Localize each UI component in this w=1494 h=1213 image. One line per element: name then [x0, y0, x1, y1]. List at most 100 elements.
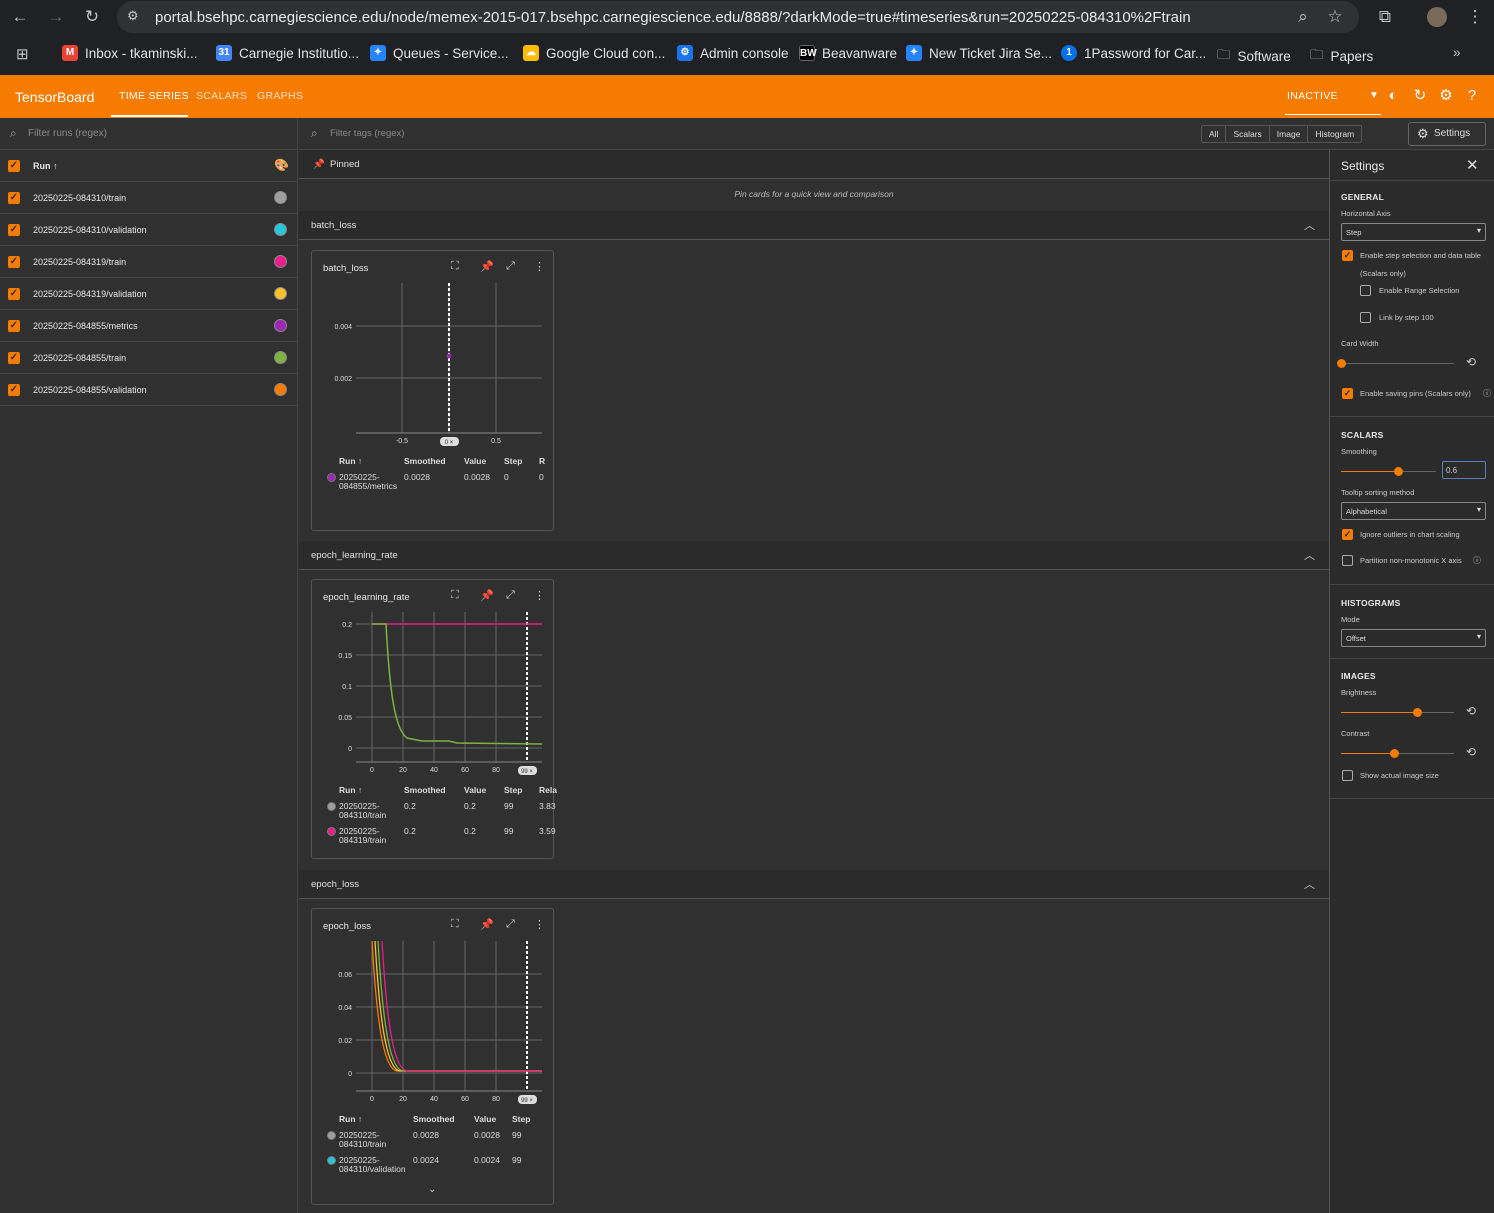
- more-bookmarks-icon[interactable]: »: [1453, 45, 1461, 60]
- bookmark-inbox[interactable]: M Inbox - tkaminski...: [62, 45, 198, 61]
- tab-graphs[interactable]: GRAPHS: [257, 90, 303, 102]
- bookmark-software[interactable]: 🗀 Software: [1217, 45, 1291, 68]
- dropdown-arrow-icon[interactable]: ▼: [1365, 87, 1383, 105]
- run-filter-input[interactable]: ⌕ Filter runs (regex): [0, 118, 297, 150]
- actual-size-checkbox[interactable]: [1342, 770, 1353, 781]
- run-checkbox[interactable]: ✓: [8, 288, 20, 300]
- plugin-dropdown[interactable]: INACTIVE: [1287, 90, 1338, 102]
- run-row[interactable]: ✓ 20250225-084855/train: [0, 342, 297, 374]
- table-header[interactable]: Step: [504, 785, 522, 795]
- filter-scalars-button[interactable]: Scalars: [1226, 126, 1270, 142]
- run-row[interactable]: ✓ 20250225-084310/train: [0, 182, 297, 214]
- table-header[interactable]: Run ↑: [339, 456, 362, 466]
- range-selection-checkbox[interactable]: [1360, 285, 1371, 296]
- help-icon[interactable]: ?: [1463, 87, 1481, 105]
- slider-thumb[interactable]: [1412, 708, 1422, 717]
- bookmark-google-cloud[interactable]: ☁ Google Cloud con...: [523, 45, 665, 61]
- run-checkbox[interactable]: ✓: [8, 256, 20, 268]
- table-header[interactable]: Smoothed: [404, 456, 446, 466]
- run-checkbox[interactable]: ✓: [8, 384, 20, 396]
- zoom-icon[interactable]: ⌕: [1292, 7, 1314, 27]
- run-row[interactable]: ✓ 20250225-084855/metrics: [0, 310, 297, 342]
- table-header[interactable]: Value: [464, 785, 486, 795]
- bookmark-admin-console[interactable]: ⚙ Admin console: [677, 45, 789, 61]
- table-header[interactable]: Step: [504, 456, 522, 466]
- slider-thumb[interactable]: [1394, 467, 1403, 476]
- slider-thumb[interactable]: [1390, 749, 1400, 758]
- bookmark-beavanware[interactable]: BW Beavanware: [799, 45, 897, 61]
- brightness-slider[interactable]: [1341, 708, 1454, 717]
- horizontal-axis-select[interactable]: Step ▾: [1341, 223, 1486, 241]
- bookmark-queues[interactable]: ✦ Queues - Service...: [370, 45, 509, 61]
- site-settings-icon[interactable]: ⚙: [127, 8, 145, 26]
- table-header[interactable]: Smoothed: [413, 1114, 455, 1124]
- apps-grid-icon[interactable]: ⊞: [16, 45, 29, 63]
- step-selection-checkbox[interactable]: ✓: [1342, 250, 1353, 261]
- section-epoch-loss[interactable]: epoch_loss ︿: [299, 870, 1329, 899]
- table-header[interactable]: Value: [464, 456, 486, 466]
- table-header[interactable]: Run ↑: [339, 1114, 362, 1124]
- chart-plot[interactable]: 0.004 0.002 -0.5 0.5 0 ×: [312, 251, 555, 451]
- bookmark-carnegie[interactable]: 31 Carnegie Institutio...: [216, 45, 359, 61]
- bookmark-1password[interactable]: 1 1Password for Car...: [1061, 45, 1206, 61]
- run-checkbox[interactable]: ✓: [8, 352, 20, 364]
- ignore-outliers-checkbox[interactable]: ✓: [1342, 529, 1353, 540]
- profile-avatar[interactable]: [1427, 7, 1447, 27]
- reload-icon[interactable]: ↻: [81, 7, 103, 27]
- run-checkbox[interactable]: ✓: [8, 224, 20, 236]
- table-header[interactable]: Rela: [539, 785, 557, 795]
- run-color-swatch[interactable]: [274, 255, 287, 268]
- address-bar[interactable]: ⚙ portal.bsehpc.carnegiescience.edu/node…: [117, 1, 1359, 33]
- chart-plot[interactable]: 0.2 0.15 0.1 0.05 0 0 20 40 60 80 99 ×: [312, 580, 555, 780]
- smoothing-slider[interactable]: [1341, 467, 1436, 476]
- histogram-mode-select[interactable]: Offset ▾: [1341, 629, 1486, 647]
- tag-filter-input[interactable]: Filter tags (regex): [330, 128, 404, 139]
- collapse-icon[interactable]: ︿: [1304, 547, 1315, 563]
- bookmark-papers[interactable]: 🗀 Papers: [1310, 45, 1373, 68]
- bookmark-star-icon[interactable]: ☆: [1324, 7, 1346, 27]
- settings-gear-icon[interactable]: ⚙: [1437, 87, 1455, 105]
- card-width-slider[interactable]: [1337, 359, 1454, 368]
- table-header[interactable]: Run ↑: [339, 785, 362, 795]
- close-icon[interactable]: ✕: [1466, 156, 1479, 174]
- select-all-checkbox[interactable]: ✓: [8, 160, 20, 172]
- run-color-swatch[interactable]: [274, 191, 287, 204]
- section-epoch-learning-rate[interactable]: epoch_learning_rate ︿: [299, 541, 1329, 570]
- refresh-icon[interactable]: ↻: [1411, 87, 1429, 105]
- table-header[interactable]: R: [539, 456, 545, 466]
- run-checkbox[interactable]: ✓: [8, 192, 20, 204]
- reset-icon[interactable]: ⟲: [1466, 745, 1476, 759]
- run-color-swatch[interactable]: [274, 287, 287, 300]
- run-checkbox[interactable]: ✓: [8, 320, 20, 332]
- theme-toggle-icon[interactable]: ◐: [1384, 87, 1402, 105]
- run-row[interactable]: ✓ 20250225-084319/train: [0, 246, 297, 278]
- run-color-swatch[interactable]: [274, 223, 287, 236]
- reset-icon[interactable]: ⟲: [1466, 704, 1476, 718]
- tab-scalars[interactable]: SCALARS: [196, 90, 247, 102]
- section-batch-loss[interactable]: batch_loss ︿: [299, 211, 1329, 240]
- run-row[interactable]: ✓ 20250225-084310/validation: [0, 214, 297, 246]
- smoothing-input[interactable]: 0.6: [1442, 461, 1486, 479]
- menu-kebab-icon[interactable]: ⋮: [1464, 7, 1486, 27]
- back-icon[interactable]: ←: [9, 7, 31, 27]
- run-color-swatch[interactable]: [274, 351, 287, 364]
- contrast-slider[interactable]: [1341, 749, 1454, 758]
- run-color-swatch[interactable]: [274, 319, 287, 332]
- reset-icon[interactable]: ⟲: [1466, 355, 1476, 369]
- slider-thumb[interactable]: [1337, 359, 1346, 368]
- table-header[interactable]: Value: [474, 1114, 496, 1124]
- run-color-swatch[interactable]: [274, 383, 287, 396]
- help-icon[interactable]: ⓘ: [1483, 388, 1491, 399]
- forward-icon[interactable]: →: [45, 7, 67, 27]
- extensions-icon[interactable]: ⧉: [1374, 7, 1396, 27]
- collapse-icon[interactable]: ︿: [1304, 217, 1315, 233]
- tab-time-series[interactable]: TIME SERIES: [119, 90, 189, 102]
- settings-button[interactable]: ⚙ Settings: [1408, 122, 1486, 146]
- saving-pins-checkbox[interactable]: ✓: [1342, 388, 1353, 399]
- collapse-icon[interactable]: ︿: [1304, 876, 1315, 892]
- chart-plot[interactable]: 0.06 0.04 0.02 0 0 20 40 60 80 99 ×: [312, 909, 555, 1109]
- run-row[interactable]: ✓ 20250225-084855/validation: [0, 374, 297, 406]
- link-by-step-checkbox[interactable]: [1360, 312, 1371, 323]
- filter-histogram-button[interactable]: Histogram: [1308, 126, 1361, 142]
- table-header[interactable]: Step: [512, 1114, 530, 1124]
